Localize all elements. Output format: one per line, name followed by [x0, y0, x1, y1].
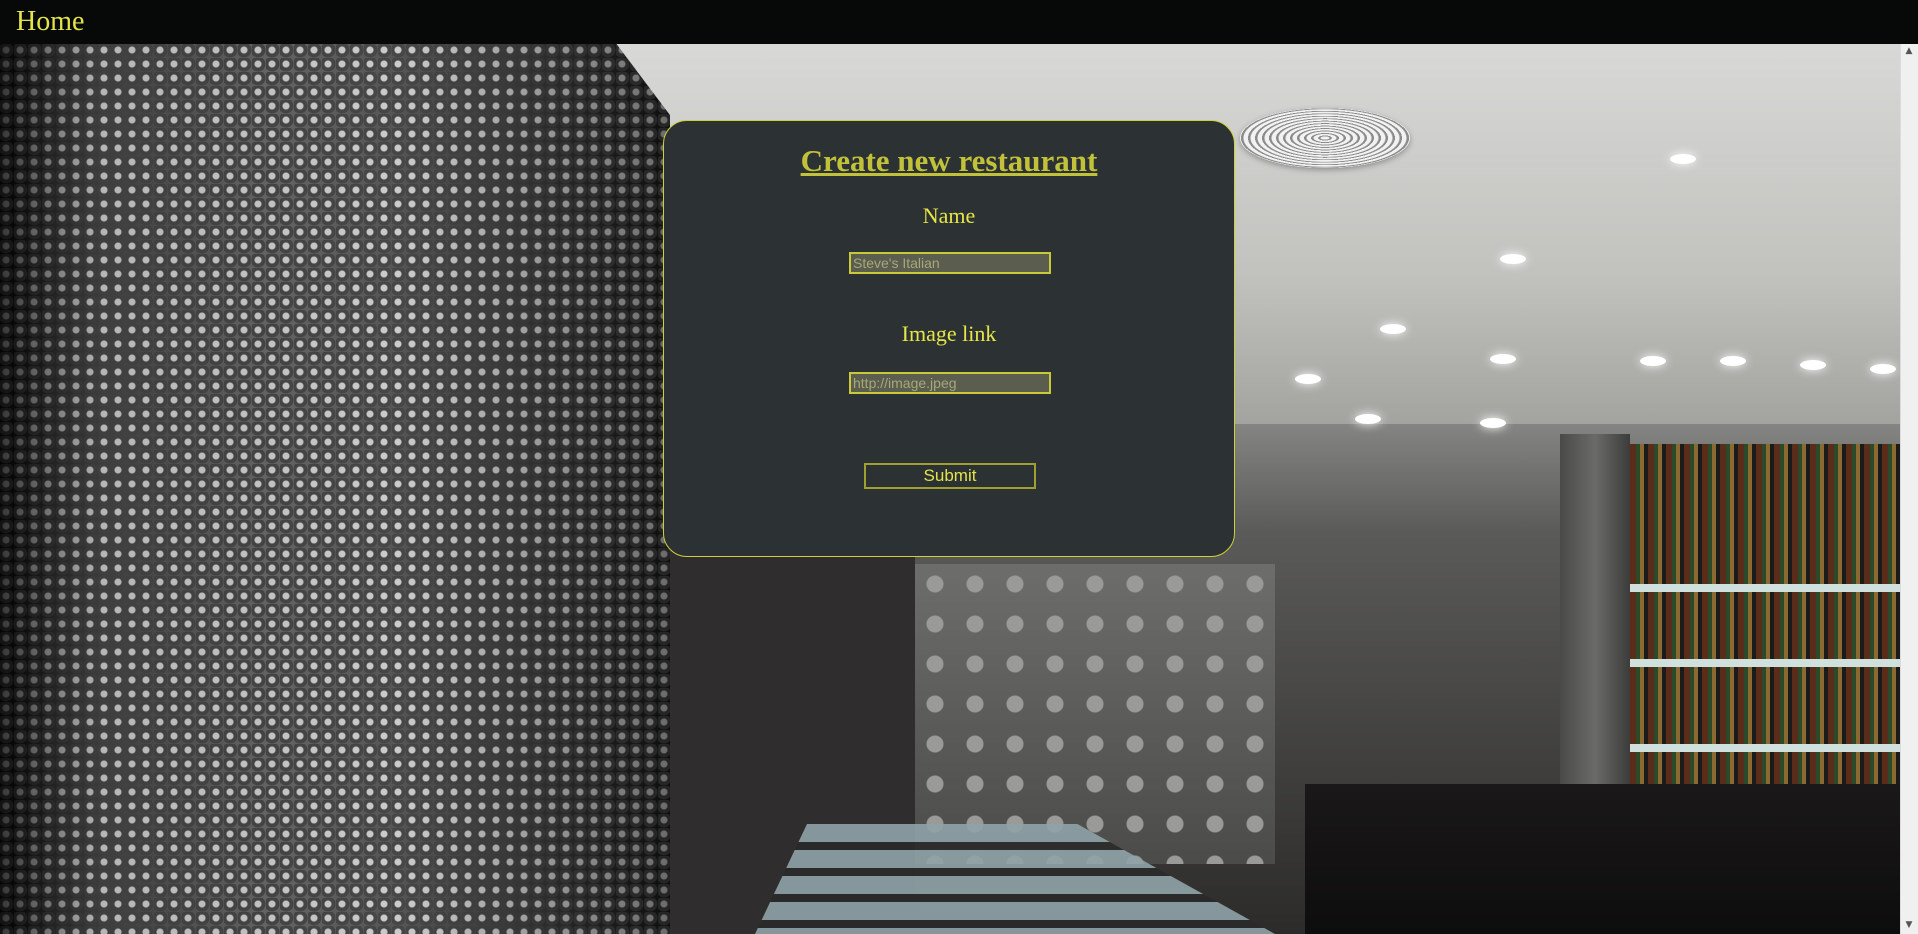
ceiling-light	[1380, 324, 1406, 334]
ceiling-light	[1355, 414, 1381, 424]
ceiling-light	[1640, 356, 1666, 366]
ceiling-light	[1800, 360, 1826, 370]
ceiling-light	[1670, 154, 1696, 164]
image-link-input[interactable]	[849, 372, 1051, 394]
create-restaurant-form: Create new restaurant Name Image link Su…	[663, 120, 1235, 557]
name-input[interactable]	[849, 252, 1051, 274]
form-title: Create new restaurant	[800, 143, 1098, 178]
ceiling-vent	[1240, 108, 1410, 168]
scroll-down-arrow-icon[interactable]: ▼	[1904, 920, 1914, 930]
top-nav-bar: Home	[0, 0, 1918, 44]
scroll-up-arrow-icon[interactable]: ▲	[1904, 46, 1914, 56]
ceiling-light	[1500, 254, 1526, 264]
sculpted-wall	[0, 44, 670, 934]
ceiling-light	[1295, 374, 1321, 384]
bar-counter	[1305, 784, 1900, 934]
ceiling-light	[1720, 356, 1746, 366]
home-link[interactable]: Home	[16, 4, 84, 40]
ceiling-light	[1480, 418, 1506, 428]
vertical-scrollbar[interactable]	[1900, 44, 1918, 934]
ceiling-light	[1870, 364, 1896, 374]
name-label: Name	[922, 203, 976, 228]
submit-button[interactable]: Submit	[864, 463, 1036, 489]
patterned-back-wall	[915, 564, 1275, 864]
image-link-label: Image link	[901, 321, 997, 346]
ceiling-light	[1490, 354, 1516, 364]
